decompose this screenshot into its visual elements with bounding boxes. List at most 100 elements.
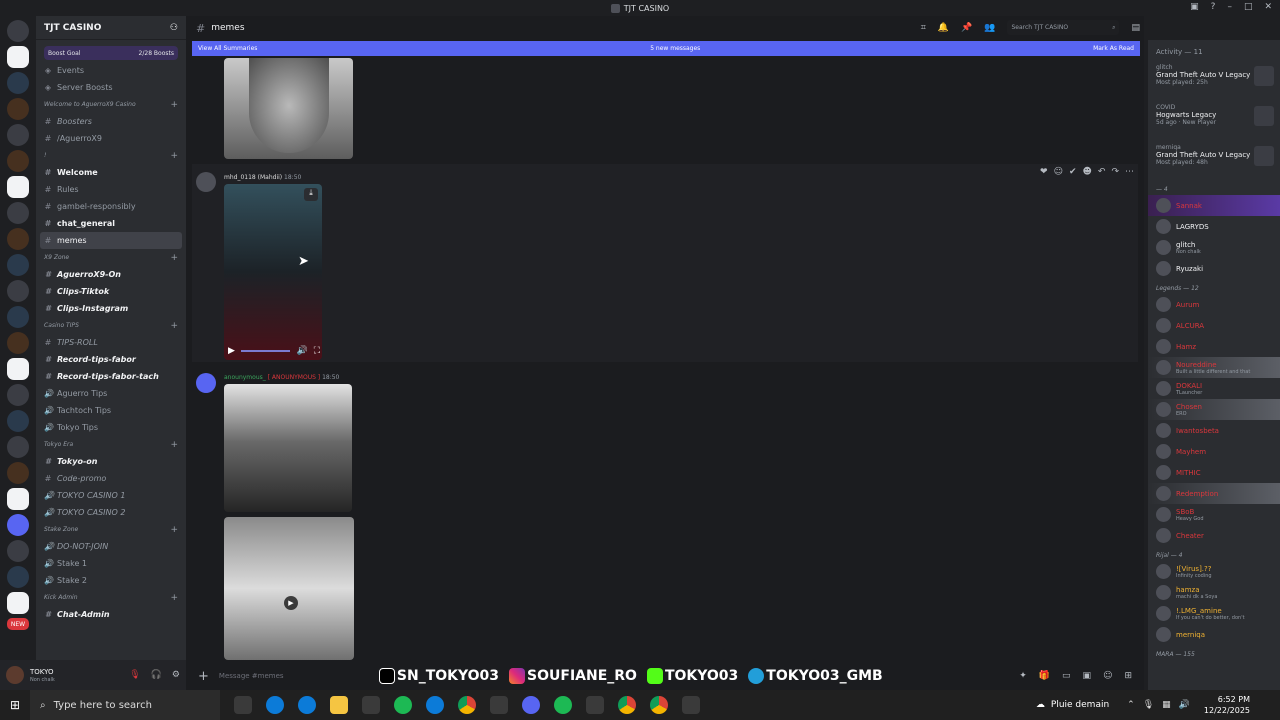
text-channel[interactable]: # chat_general: [36, 215, 186, 232]
server-icon[interactable]: [7, 566, 29, 588]
text-channel[interactable]: # AguerroX9-On: [36, 266, 186, 283]
apps-icon[interactable]: ⊞: [1124, 671, 1132, 681]
app-icon[interactable]: [554, 696, 572, 714]
avatar[interactable]: [196, 172, 216, 192]
add-reaction-icon[interactable]: ☻: [1083, 167, 1092, 177]
server-icon[interactable]: [7, 228, 29, 250]
member-item[interactable]: ![Virus].?? Infinity coding: [1148, 561, 1280, 582]
app-icon[interactable]: [682, 696, 700, 714]
mail-icon[interactable]: [426, 696, 444, 714]
member-item[interactable]: Mayhem: [1148, 441, 1280, 462]
member-item[interactable]: Chosen ERO: [1148, 399, 1280, 420]
channel-category[interactable]: Welcome to AguerroX9 Casino +: [36, 96, 186, 113]
video-attachment[interactable]: [224, 517, 354, 660]
new-badge[interactable]: NEW: [7, 618, 29, 630]
text-channel[interactable]: # Clips-Instagram: [36, 300, 186, 317]
server-icon[interactable]: [7, 592, 29, 614]
copilot-icon[interactable]: [266, 696, 284, 714]
new-messages-banner[interactable]: View All Summaries 5 new messages Mark A…: [192, 41, 1140, 56]
add-channel-icon[interactable]: +: [170, 440, 178, 450]
minimize-button[interactable]: –: [1227, 2, 1232, 12]
edge-icon[interactable]: [298, 696, 316, 714]
voice-channel[interactable]: 🔊 Tachtoch Tips: [36, 402, 186, 419]
windows-start-icon[interactable]: ⊞: [0, 698, 30, 712]
meme-image[interactable]: [224, 58, 353, 159]
server-icon[interactable]: [7, 514, 29, 536]
meme-image[interactable]: [224, 384, 352, 512]
server-icon[interactable]: [7, 436, 29, 458]
server-icon[interactable]: [7, 46, 29, 68]
voice-channel[interactable]: 🔊 TOKYO CASINO 1: [36, 487, 186, 504]
activity-card[interactable]: COVID Hogwarts Legacy 5d ago · New Player: [1148, 100, 1280, 140]
search-input[interactable]: Search TJT CASINO ⌕: [1007, 20, 1120, 35]
member-list-icon[interactable]: 👥: [984, 23, 995, 33]
voice-channel[interactable]: 🔊 Stake 2: [36, 572, 186, 589]
boost-goal-bar[interactable]: Boost Goal 2/28 Boosts: [44, 46, 178, 60]
channel-category[interactable]: Stake Zone +: [36, 521, 186, 538]
server-icon[interactable]: [7, 280, 29, 302]
pin-icon[interactable]: 📌: [961, 23, 972, 33]
discord-icon[interactable]: [522, 696, 540, 714]
text-channel[interactable]: # Chat-Admin: [36, 606, 186, 623]
add-attachment-icon[interactable]: +: [198, 669, 209, 684]
server-icon[interactable]: [7, 306, 29, 328]
notification-bell-icon[interactable]: 🔔: [938, 23, 949, 33]
channel-category[interactable]: Casino TIPS +: [36, 317, 186, 334]
inbox-icon[interactable]: ▣: [1190, 2, 1199, 12]
add-channel-icon[interactable]: +: [170, 525, 178, 535]
member-item[interactable]: Iwantosbeta: [1148, 420, 1280, 441]
app-icon[interactable]: [490, 696, 508, 714]
sidebar-item-events[interactable]: ◈ Events: [36, 62, 186, 79]
member-item[interactable]: ALCURA: [1148, 315, 1280, 336]
server-icon[interactable]: [7, 254, 29, 276]
activity-card[interactable]: merniqa Grand Theft Auto V Legacy Most pla…: [1148, 140, 1280, 180]
text-channel[interactable]: # Rules: [36, 181, 186, 198]
channel-category[interactable]: X9 Zone +: [36, 249, 186, 266]
member-item[interactable]: SBoB Heavy God: [1148, 504, 1280, 525]
add-channel-icon[interactable]: +: [170, 151, 178, 161]
member-item[interactable]: LAGRYDS: [1148, 216, 1280, 237]
inbox-icon[interactable]: ▤: [1131, 23, 1140, 33]
gif-icon[interactable]: ▭: [1062, 671, 1071, 681]
member-item[interactable]: merniqa: [1148, 624, 1280, 645]
server-icon[interactable]: [7, 202, 29, 224]
forward-icon[interactable]: ↷: [1111, 167, 1119, 177]
chevron-up-icon[interactable]: ⌃: [1127, 700, 1135, 710]
server-icon[interactable]: [7, 358, 29, 380]
maximize-button[interactable]: □: [1244, 2, 1253, 12]
text-channel[interactable]: # gambel-responsibly: [36, 198, 186, 215]
text-channel[interactable]: # Record-tips-fabor-tach: [36, 368, 186, 385]
threads-icon[interactable]: ⌗: [921, 23, 926, 33]
settings-icon[interactable]: ⚙: [172, 670, 180, 680]
add-channel-icon[interactable]: +: [170, 593, 178, 603]
text-channel[interactable]: # Tokyo-on: [36, 453, 186, 470]
author-name[interactable]: anounymous_: [224, 374, 266, 381]
text-channel[interactable]: # Code-promo: [36, 470, 186, 487]
member-item[interactable]: DOKALI TLauncher: [1148, 378, 1280, 399]
chrome-icon[interactable]: [618, 696, 636, 714]
more-icon[interactable]: ⋯: [1125, 167, 1134, 177]
server-icon[interactable]: [7, 176, 29, 198]
microphone-icon[interactable]: 🎙: [1143, 700, 1154, 710]
add-member-icon[interactable]: ⚇: [170, 23, 178, 33]
voice-channel[interactable]: 🔊 TOKYO CASINO 2: [36, 504, 186, 521]
voice-channel[interactable]: 🔊 Stake 1: [36, 555, 186, 572]
mark-as-read-button[interactable]: Mark As Read: [1093, 45, 1134, 52]
member-item[interactable]: Noureddine Built a little different and t…: [1148, 357, 1280, 378]
smile-reaction-icon[interactable]: ☺: [1054, 167, 1063, 177]
server-icon[interactable]: [7, 410, 29, 432]
text-channel[interactable]: # Clips-Tiktok: [36, 283, 186, 300]
taskbar-search[interactable]: ⌕ Type here to search: [30, 690, 220, 720]
view-summaries-link[interactable]: View All Summaries: [198, 45, 257, 52]
server-icon[interactable]: [7, 150, 29, 172]
channel-category[interactable]: ! +: [36, 147, 186, 164]
avatar[interactable]: [196, 373, 216, 393]
member-item[interactable]: hamza machi dk a Soya: [1148, 582, 1280, 603]
weather-widget[interactable]: ☁ Pluie demain: [1036, 700, 1109, 710]
sidebar-item-server-boosts[interactable]: ◈ Server Boosts: [36, 79, 186, 96]
mute-icon[interactable]: 🎙: [129, 670, 140, 680]
task-view-icon[interactable]: [234, 696, 252, 714]
member-item[interactable]: Redemption: [1148, 483, 1280, 504]
network-icon[interactable]: ▦: [1162, 700, 1171, 710]
member-item[interactable]: Cheater: [1148, 525, 1280, 546]
